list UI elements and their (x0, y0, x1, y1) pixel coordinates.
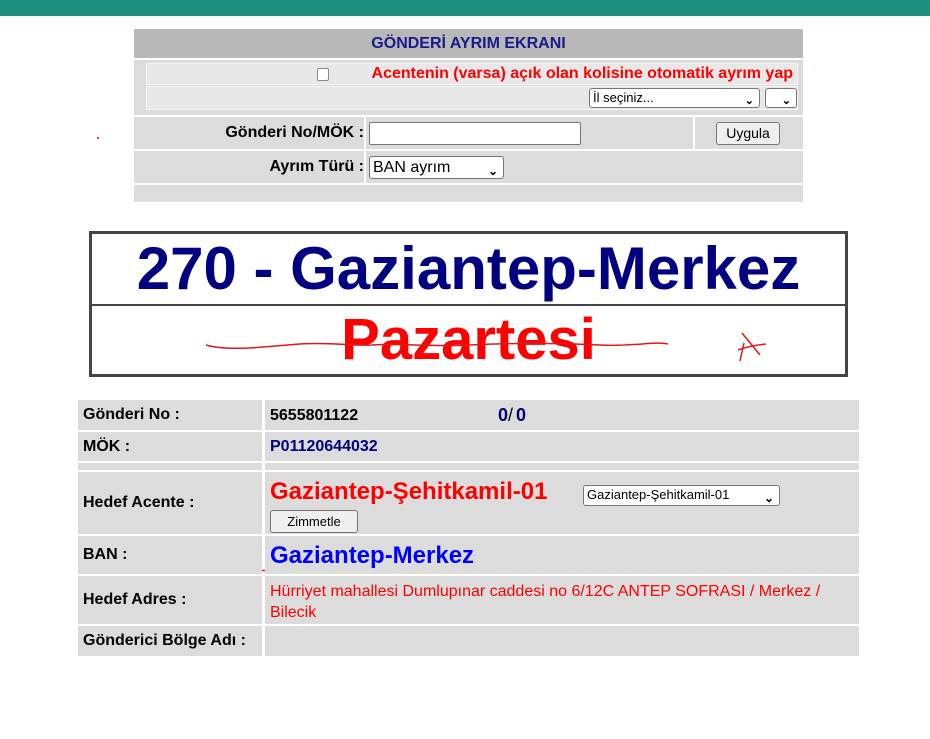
spacer-row (78, 461, 859, 470)
target-address-cell: Hürriyet mahallesi Dumlupınar caddesi no… (265, 576, 859, 624)
target-address-row: Hedef Adres : Hürriyet mahallesi Dumlupı… (78, 574, 859, 624)
target-agency-select-value: Gaziantep-Şehitkamil-01 (587, 487, 730, 502)
target-agency-label: Hedef Acente : (78, 472, 262, 534)
ban-cell: Gaziantep-Merkez (265, 536, 859, 574)
shipment-no-detail-cell: 5655801122 0/0 (265, 400, 859, 430)
target-agency-row: Hedef Acente : Gaziantep-Şehitkamil-01 G… (78, 470, 859, 534)
count-total: 0 (516, 405, 527, 425)
mok-detail-cell: P01120644032 (265, 432, 859, 461)
shipment-no-detail-label: Gönderi No : (78, 400, 262, 430)
target-address-value: Hürriyet mahallesi Dumlupınar caddesi no… (270, 583, 821, 621)
assign-button[interactable]: Zimmetle (270, 510, 358, 533)
chevron-down-icon: ⌄ (763, 491, 774, 505)
mok-value: P01120644032 (270, 438, 378, 455)
target-agency-value: Gaziantep-Şehitkamil-01 (270, 478, 548, 505)
piece-count: 0/0 (498, 405, 526, 426)
mok-detail-label: MÖK : (78, 432, 262, 461)
target-address-label: Hedef Adres : (78, 576, 262, 624)
ban-value: Gaziantep-Merkez (270, 542, 475, 569)
sender-region-label: Gönderici Bölge Adı : (78, 626, 262, 656)
shipment-details: Gönderi No : 5655801122 0/0 MÖK : P01120… (78, 400, 859, 656)
count-separator: / (508, 405, 514, 425)
sender-region-cell (265, 626, 859, 656)
sender-region-row: Gönderici Bölge Adı : (78, 624, 859, 656)
strike-line (205, 342, 669, 349)
target-agency-cell: Gaziantep-Şehitkamil-01 Gaziantep-Şehitk… (265, 472, 859, 534)
ban-label: BAN : (78, 536, 262, 574)
x-mark (737, 332, 767, 362)
count-scanned: 0 (498, 405, 509, 425)
ban-row: BAN : Gaziantep-Merkez (78, 534, 859, 574)
target-agency-select[interactable]: Gaziantep-Şehitkamil-01 ⌄ (583, 485, 780, 506)
mok-detail-row: MÖK : P01120644032 (78, 430, 859, 461)
shipment-no-value: 5655801122 (270, 407, 359, 424)
shipment-no-detail-row: Gönderi No : 5655801122 0/0 (78, 400, 859, 430)
